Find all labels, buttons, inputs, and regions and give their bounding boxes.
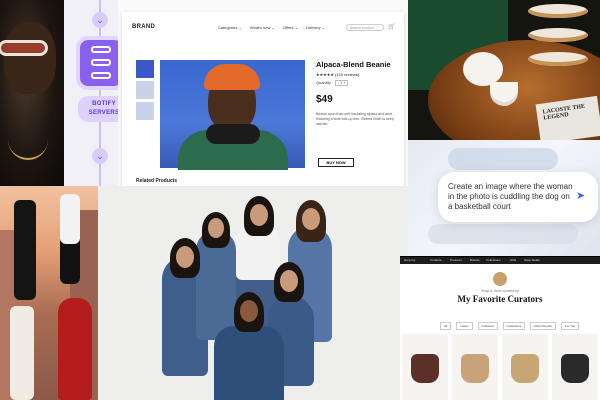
- page-title: My Favorite Curators: [457, 294, 543, 304]
- product-grid: [400, 334, 600, 400]
- botify-diagram: ⌄ BOTIFY SERVERS ⌄: [64, 0, 118, 186]
- afternoon-tea-photo: LACOSTE THE LEGEND: [408, 0, 600, 140]
- thumbnail[interactable]: [136, 81, 154, 99]
- product-description: Beanie spun from soft insulating alpaca …: [316, 112, 394, 126]
- face-shape: [4, 22, 56, 94]
- nav-delivery[interactable]: Delivery ⌄: [306, 25, 325, 30]
- server-icon: [80, 40, 118, 86]
- sunglasses-icon: [0, 40, 48, 56]
- quantity-stepper[interactable]: - 1 +: [335, 80, 349, 86]
- cart-icon[interactable]: 🛒: [388, 23, 395, 30]
- nav-item[interactable]: Shop Guide: [524, 258, 540, 262]
- filter-tab[interactable]: All: [440, 322, 452, 330]
- buy-now-button[interactable]: BUY NOW: [318, 158, 354, 167]
- quantity-row: Quantity - 1 +: [316, 80, 349, 86]
- nav-item[interactable]: Curators: [430, 258, 442, 262]
- avatar: [493, 272, 507, 286]
- ai-prompt-panel: Create an image where the woman in the p…: [408, 140, 600, 256]
- page-subtitle: Shop & Save curated by: [481, 289, 519, 293]
- shop-nav: Categories ⌄ What's new ⌄ Offers ⌄ Deliv…: [218, 25, 325, 30]
- chevron-down-icon: ⌄: [92, 12, 108, 28]
- top-nav-bar: shop.my Curators Products Brands Collect…: [400, 256, 600, 264]
- bag-product-card[interactable]: [552, 334, 598, 400]
- send-icon[interactable]: ➤: [576, 189, 590, 203]
- face-shape: [208, 218, 224, 238]
- bag-product-card[interactable]: [502, 334, 548, 400]
- product-title: Alpaca-Blend Beanie: [316, 60, 391, 69]
- nav-whats-new[interactable]: What's new ⌄: [250, 25, 275, 30]
- related-products-heading: Related Products: [136, 178, 178, 184]
- beanie-shape: [204, 64, 260, 90]
- product-price: $49: [316, 94, 333, 105]
- teapot-shape: [463, 52, 503, 86]
- nav-item[interactable]: Collections: [486, 258, 501, 262]
- filter-tab[interactable]: Collections: [502, 322, 526, 330]
- filter-tab[interactable]: Followed: [477, 322, 498, 330]
- prompt-text[interactable]: Create an image where the woman in the p…: [448, 182, 576, 212]
- person-shape: [214, 326, 284, 400]
- face-shape: [302, 208, 320, 230]
- prompt-input[interactable]: Create an image where the woman in the p…: [438, 172, 598, 222]
- nav-categories[interactable]: Categories ⌄: [218, 25, 242, 30]
- thumbnail[interactable]: [136, 102, 154, 120]
- thumbnail-strip: [136, 60, 154, 123]
- brand-logo[interactable]: BRAND: [132, 24, 155, 30]
- blurred-background: [428, 224, 578, 244]
- nav-item[interactable]: Products: [450, 258, 462, 262]
- site-logo[interactable]: shop.my: [404, 258, 415, 262]
- search-input[interactable]: Search product: [346, 24, 384, 31]
- person-shape: [58, 298, 92, 400]
- bag-product-card[interactable]: [452, 334, 498, 400]
- filter-tabs: All Latest Followed Collections Most Pop…: [440, 322, 580, 330]
- nav-offers[interactable]: Offers ⌄: [283, 25, 298, 30]
- face-shape: [176, 246, 194, 268]
- necklace-shape: [8, 120, 48, 160]
- nav-item[interactable]: Brands: [470, 258, 480, 262]
- filter-tab[interactable]: Most Popular: [530, 322, 556, 330]
- shop-page: BRAND Categories ⌄ What's new ⌄ Offers ⌄…: [122, 12, 404, 186]
- chevron-down-icon: ⌄: [92, 148, 108, 164]
- person-shape: [14, 200, 36, 300]
- thumbnail[interactable]: [136, 60, 154, 78]
- face-shape: [280, 270, 298, 292]
- product-image: [160, 60, 305, 170]
- street-fashion-photo: [0, 186, 98, 400]
- collage: ⌄ BOTIFY SERVERS ⌄ BRAND Categories ⌄ Wh…: [0, 0, 600, 400]
- filter-tab[interactable]: Latest: [456, 322, 473, 330]
- shop-screenshot: BRAND Categories ⌄ What's new ⌄ Offers ⌄…: [118, 0, 408, 186]
- bag-product-card[interactable]: [402, 334, 448, 400]
- scarf-shape: [206, 124, 260, 144]
- person-shape: [60, 194, 80, 284]
- blurred-background: [448, 148, 558, 170]
- botify-servers-label: BOTIFY SERVERS: [78, 96, 118, 122]
- cake-stand-shape: [528, 4, 588, 84]
- face-shape: [250, 204, 268, 226]
- rating: ★★★★★ (120 reviews): [316, 72, 360, 77]
- newspaper: LACOSTE THE LEGEND: [535, 95, 600, 140]
- man-with-sunglasses-photo: [0, 0, 64, 186]
- filter-tab[interactable]: For You: [560, 322, 580, 330]
- person-shape: [10, 306, 34, 400]
- curators-page: shop.my Curators Products Brands Collect…: [400, 256, 600, 400]
- face-shape: [240, 300, 258, 322]
- quantity-label: Quantity: [316, 80, 331, 85]
- group-denim-photo: [98, 186, 400, 400]
- nav-item[interactable]: Gifts: [510, 258, 516, 262]
